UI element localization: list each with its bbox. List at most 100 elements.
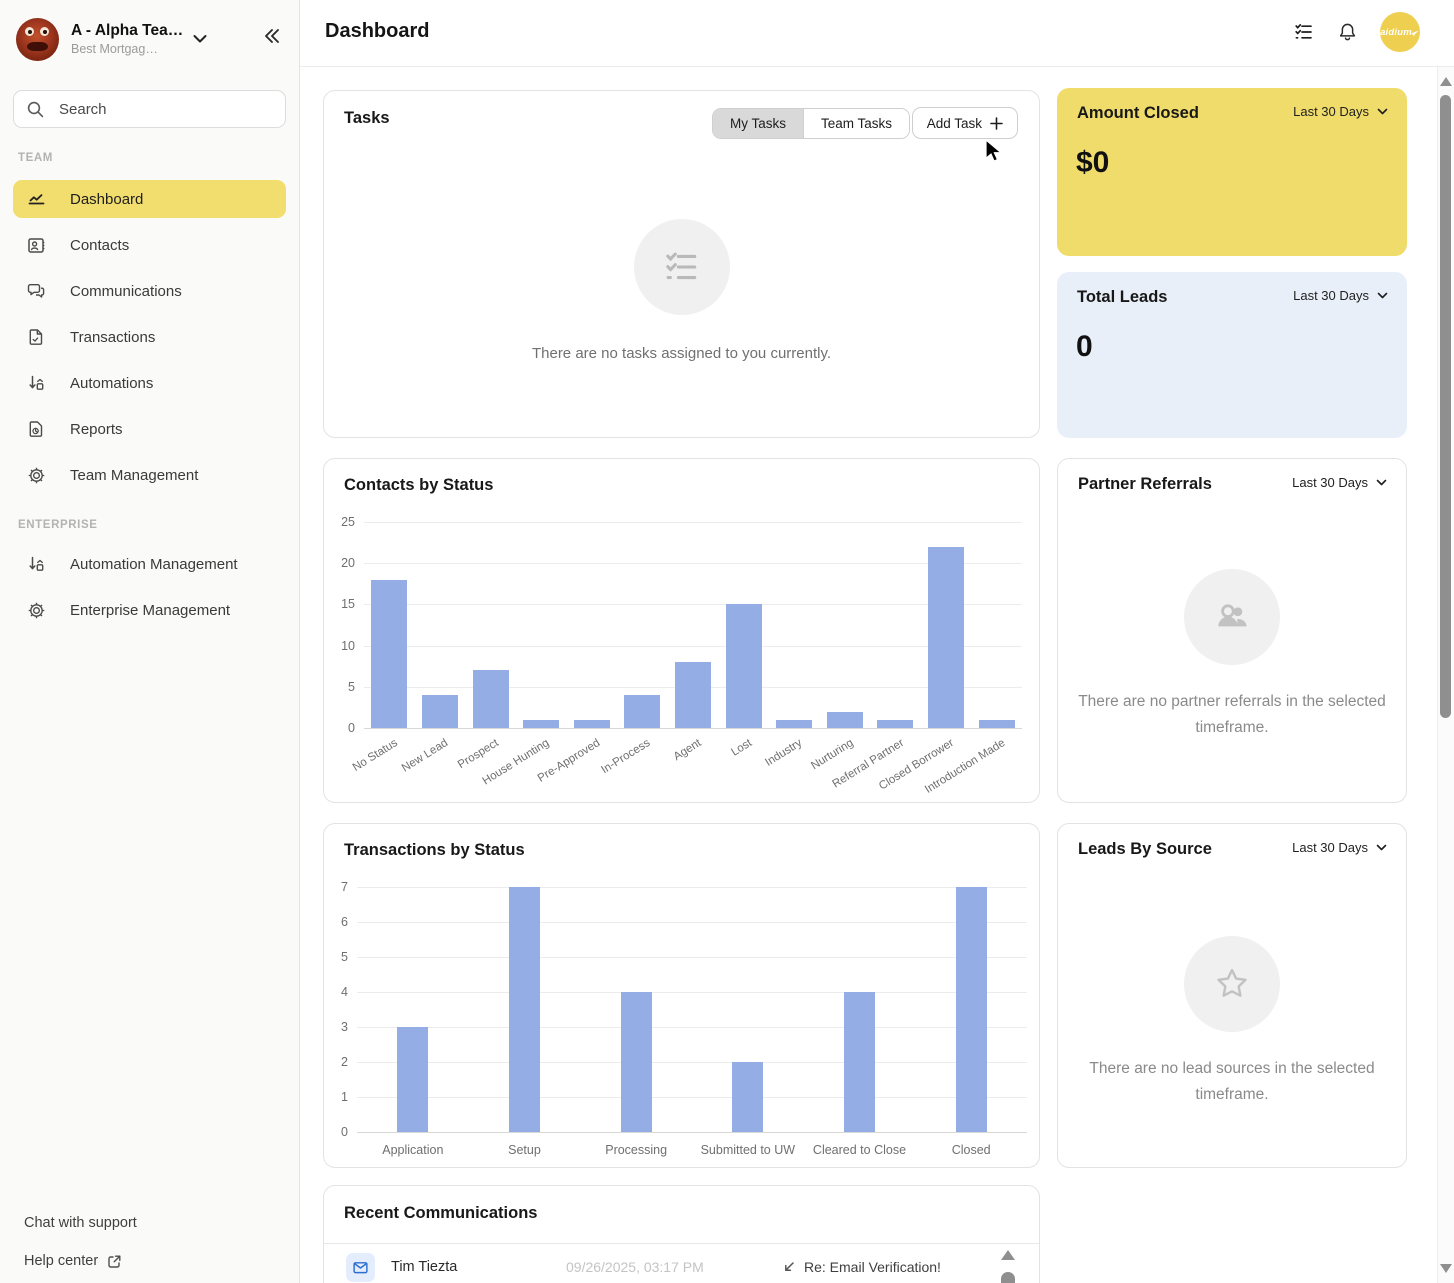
chat-with-support-link[interactable]: Chat with support xyxy=(24,1215,137,1231)
chevron-down-icon xyxy=(1376,289,1389,302)
sidebar-item-transactions[interactable]: Transactions xyxy=(13,318,286,356)
team-switcher[interactable]: A - Alpha Tea… Best Mortgag… xyxy=(16,15,289,63)
bar-introduction-made xyxy=(979,720,1015,728)
team-names: A - Alpha Tea… Best Mortgag… xyxy=(71,22,183,56)
account-logo-button[interactable]: aidium xyxy=(1380,12,1420,52)
tab-team-tasks[interactable]: Team Tasks xyxy=(803,109,909,138)
partner-referrals-title: Partner Referrals xyxy=(1078,475,1212,494)
list-scroll-up-button[interactable] xyxy=(1001,1250,1015,1260)
transactions-chart-title: Transactions by Status xyxy=(344,841,525,860)
scroll-down-arrow[interactable] xyxy=(1440,1264,1452,1273)
partner-referrals-card: Partner Referrals Last 30 Days There are… xyxy=(1057,458,1407,803)
team-name: A - Alpha Tea… xyxy=(71,22,183,40)
sidebar-item-contacts[interactable]: Contacts xyxy=(13,226,286,264)
line-chart-icon xyxy=(26,189,46,209)
topbar: Dashboard aidium xyxy=(300,0,1454,67)
sidebar-item-automations[interactable]: Automations xyxy=(13,364,286,402)
sidebar-collapse-button[interactable] xyxy=(261,26,281,46)
search-box[interactable] xyxy=(13,90,286,128)
help-center-label: Help center xyxy=(24,1253,98,1269)
list-scrollbar-thumb[interactable] xyxy=(1001,1272,1015,1283)
communication-sender: Tim Tiezta xyxy=(391,1259,566,1275)
partner-referrals-range-select[interactable]: Last 30 Days xyxy=(1292,475,1388,490)
gear-icon xyxy=(26,465,46,485)
sidebar-item-label: Communications xyxy=(70,283,182,300)
notifications-button[interactable] xyxy=(1337,22,1358,43)
aidium-logo: aidium xyxy=(1380,27,1412,38)
partner-referrals-empty-state: There are no partner referrals in the se… xyxy=(1058,569,1406,740)
sidebar-nav-enterprise: Automation Management Enterprise Managem… xyxy=(13,545,286,637)
chevron-down-icon xyxy=(1375,476,1388,489)
sidebar-item-dashboard[interactable]: Dashboard xyxy=(13,180,286,218)
tab-my-tasks[interactable]: My Tasks xyxy=(713,109,803,138)
avatar-eye xyxy=(40,27,49,36)
x-axis-label: Industry xyxy=(764,737,805,769)
team-switcher-chevron[interactable] xyxy=(189,28,211,50)
avatar-eye xyxy=(25,27,34,36)
team-avatar[interactable] xyxy=(16,18,59,61)
tasks-list-button[interactable] xyxy=(1293,21,1315,43)
chevron-down-icon xyxy=(1376,105,1389,118)
communication-timestamp: 09/26/2025, 03:17 PM xyxy=(566,1259,781,1275)
x-axis-label: Submitted to UW xyxy=(692,1143,804,1157)
search-input[interactable] xyxy=(57,100,273,119)
leads-by-source-range-select[interactable]: Last 30 Days xyxy=(1292,840,1388,855)
sidebar-item-communications[interactable]: Communications xyxy=(13,272,286,310)
paper-plane-icon xyxy=(1410,27,1420,37)
leads-by-source-card: Leads By Source Last 30 Days There are n… xyxy=(1057,823,1407,1168)
add-task-button[interactable]: Add Task xyxy=(912,107,1018,139)
sidebar-item-label: Reports xyxy=(70,421,123,438)
communication-row[interactable]: Tim Tiezta 09/26/2025, 03:17 PM Re: Emai… xyxy=(346,1252,999,1282)
help-center-link[interactable]: Help center xyxy=(24,1253,137,1269)
external-link-icon xyxy=(107,1254,122,1269)
bar-prospect xyxy=(473,670,509,728)
tasks-empty-state: There are no tasks assigned to you curre… xyxy=(324,219,1039,362)
bar-closed xyxy=(956,887,987,1132)
contact-card-icon xyxy=(26,235,46,255)
bar-pre-approved xyxy=(574,720,610,728)
plus-icon xyxy=(990,117,1003,130)
app-window: A - Alpha Tea… Best Mortgag… TEAM xyxy=(0,0,1454,1283)
total-leads-card: Total Leads Last 30 Days 0 xyxy=(1057,272,1407,438)
tasks-card: Tasks My Tasks Team Tasks Add Task There… xyxy=(323,90,1040,438)
bar-closed-borrower xyxy=(928,547,964,728)
amount-closed-range-select[interactable]: Last 30 Days xyxy=(1293,104,1389,119)
document-icon xyxy=(26,327,46,347)
sidebar-item-automation-management[interactable]: Automation Management xyxy=(13,545,286,583)
x-axis-label: Setup xyxy=(469,1143,581,1157)
sidebar-item-label: Automations xyxy=(70,375,153,392)
total-leads-range-select[interactable]: Last 30 Days xyxy=(1293,288,1389,303)
range-label: Last 30 Days xyxy=(1293,104,1369,119)
transactions-by-status-card: Transactions by Status 01234567Applicati… xyxy=(323,823,1040,1168)
sidebar-section-team: TEAM xyxy=(18,152,53,164)
scroll-up-arrow[interactable] xyxy=(1440,77,1452,86)
recent-communications-card: Recent Communications Tim Tiezta 09/26/2… xyxy=(323,1185,1040,1283)
sidebar-item-reports[interactable]: Reports xyxy=(13,410,286,448)
avatar-mouth xyxy=(27,42,48,51)
bar-lost xyxy=(726,604,762,728)
chat-bubbles-icon xyxy=(26,281,46,301)
sidebar-item-label: Enterprise Management xyxy=(70,602,230,619)
tasks-empty-text: There are no tasks assigned to you curre… xyxy=(532,345,831,362)
chevron-down-icon xyxy=(1375,841,1388,854)
bar-application xyxy=(397,1027,428,1132)
vertical-scrollbar[interactable] xyxy=(1437,67,1454,1283)
search-icon xyxy=(26,100,45,119)
range-label: Last 30 Days xyxy=(1292,475,1368,490)
x-axis-label: New Lead xyxy=(400,737,450,775)
x-axis-label: Closed xyxy=(915,1143,1027,1157)
range-label: Last 30 Days xyxy=(1293,288,1369,303)
x-axis-label: Cleared to Close xyxy=(804,1143,916,1157)
bar-cleared-to-close xyxy=(844,992,875,1132)
scrollbar-thumb[interactable] xyxy=(1440,95,1451,718)
arrow-down-left-icon xyxy=(781,1260,796,1275)
x-axis-label: Prospect xyxy=(456,737,501,771)
leads-by-source-title: Leads By Source xyxy=(1078,840,1212,859)
sidebar-item-enterprise-management[interactable]: Enterprise Management xyxy=(13,591,286,629)
contacts-by-status-chart: 0510152025No StatusNew LeadProspectHouse… xyxy=(364,522,1022,728)
sidebar-item-team-management[interactable]: Team Management xyxy=(13,456,286,494)
bar-new-lead xyxy=(422,695,458,728)
sidebar: A - Alpha Tea… Best Mortgag… TEAM xyxy=(0,0,300,1283)
bar-house-hunting xyxy=(523,720,559,728)
total-leads-title: Total Leads xyxy=(1077,288,1167,307)
